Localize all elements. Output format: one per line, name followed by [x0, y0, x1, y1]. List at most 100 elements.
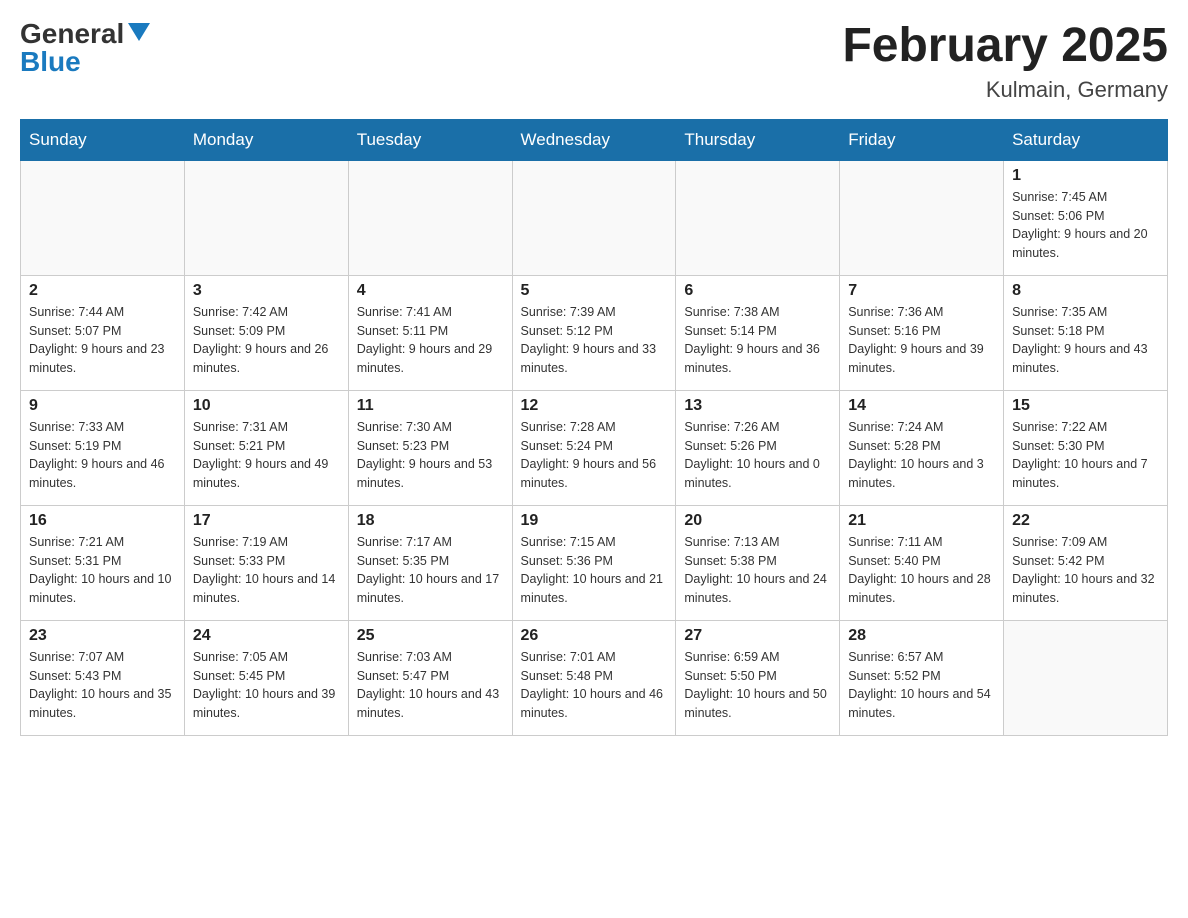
week-row-2: 9 Sunrise: 7:33 AMSunset: 5:19 PMDaylight…: [21, 390, 1168, 505]
table-cell: [21, 160, 185, 275]
day-info: Sunrise: 7:36 AMSunset: 5:16 PMDaylight:…: [848, 303, 995, 378]
table-cell: 22 Sunrise: 7:09 AMSunset: 5:42 PMDayligh…: [1004, 505, 1168, 620]
day-info: Sunrise: 6:57 AMSunset: 5:52 PMDaylight:…: [848, 648, 995, 723]
day-info: Sunrise: 7:28 AMSunset: 5:24 PMDaylight:…: [521, 418, 668, 493]
calendar-table: Sunday Monday Tuesday Wednesday Thursday…: [20, 119, 1168, 736]
day-number: 1: [1012, 167, 1159, 185]
day-info: Sunrise: 7:22 AMSunset: 5:30 PMDaylight:…: [1012, 418, 1159, 493]
day-info: Sunrise: 7:39 AMSunset: 5:12 PMDaylight:…: [521, 303, 668, 378]
weekday-header-row: Sunday Monday Tuesday Wednesday Thursday…: [21, 119, 1168, 160]
table-cell: 18Sunrise: 7:17 AMSunset: 5:35 PMDayligh…: [348, 505, 512, 620]
day-info: Sunrise: 7:11 AMSunset: 5:40 PMDaylight:…: [848, 533, 995, 608]
day-info: Sunrise: 7:19 AMSunset: 5:33 PMDaylight:…: [193, 533, 340, 608]
day-number: 13: [684, 397, 831, 415]
header-tuesday: Tuesday: [348, 119, 512, 160]
table-cell: 26 Sunrise: 7:01 AMSunset: 5:48 PMDayligh…: [512, 620, 676, 735]
day-number: 25: [357, 627, 504, 645]
day-number: 22: [1012, 512, 1159, 530]
table-cell: 2 Sunrise: 7:44 AMSunset: 5:07 PMDaylight…: [21, 275, 185, 390]
week-row-4: 23 Sunrise: 7:07 AMSunset: 5:43 PMDayligh…: [21, 620, 1168, 735]
header-wednesday: Wednesday: [512, 119, 676, 160]
day-number: 11: [357, 397, 504, 415]
day-number: 28: [848, 627, 995, 645]
table-cell: 5Sunrise: 7:39 AMSunset: 5:12 PMDaylight…: [512, 275, 676, 390]
day-number: 10: [193, 397, 340, 415]
day-info: Sunrise: 7:42 AMSunset: 5:09 PMDaylight:…: [193, 303, 340, 378]
table-cell: [348, 160, 512, 275]
table-cell: 15 Sunrise: 7:22 AMSunset: 5:30 PMDayligh…: [1004, 390, 1168, 505]
day-number: 14: [848, 397, 995, 415]
header-monday: Monday: [184, 119, 348, 160]
logo: General Blue: [20, 20, 150, 76]
day-info: Sunrise: 7:15 AMSunset: 5:36 PMDaylight:…: [521, 533, 668, 608]
table-cell: 3Sunrise: 7:42 AMSunset: 5:09 PMDaylight…: [184, 275, 348, 390]
table-cell: 25 Sunrise: 7:03 AMSunset: 5:47 PMDayligh…: [348, 620, 512, 735]
table-cell: 21 Sunrise: 7:11 AMSunset: 5:40 PMDayligh…: [840, 505, 1004, 620]
day-number: 12: [521, 397, 668, 415]
header-thursday: Thursday: [676, 119, 840, 160]
day-info: Sunrise: 7:31 AMSunset: 5:21 PMDaylight:…: [193, 418, 340, 493]
day-number: 20: [684, 512, 831, 530]
logo-general: General: [20, 20, 124, 48]
day-info: Sunrise: 7:09 AMSunset: 5:42 PMDaylight:…: [1012, 533, 1159, 608]
day-info: Sunrise: 6:59 AMSunset: 5:50 PMDaylight:…: [684, 648, 831, 723]
week-row-1: 2 Sunrise: 7:44 AMSunset: 5:07 PMDaylight…: [21, 275, 1168, 390]
day-number: 19: [521, 512, 668, 530]
header-friday: Friday: [840, 119, 1004, 160]
table-cell: 13 Sunrise: 7:26 AMSunset: 5:26 PMDayligh…: [676, 390, 840, 505]
day-info: Sunrise: 7:21 AMSunset: 5:31 PMDaylight:…: [29, 533, 176, 608]
table-cell: 4Sunrise: 7:41 AMSunset: 5:11 PMDaylight…: [348, 275, 512, 390]
table-cell: [676, 160, 840, 275]
logo-blue: Blue: [20, 48, 81, 76]
day-info: Sunrise: 7:07 AMSunset: 5:43 PMDaylight:…: [29, 648, 176, 723]
day-number: 24: [193, 627, 340, 645]
table-cell: 12 Sunrise: 7:28 AMSunset: 5:24 PMDayligh…: [512, 390, 676, 505]
table-cell: 10 Sunrise: 7:31 AMSunset: 5:21 PMDayligh…: [184, 390, 348, 505]
table-cell: 1 Sunrise: 7:45 AMSunset: 5:06 PMDaylight…: [1004, 160, 1168, 275]
table-cell: [1004, 620, 1168, 735]
day-number: 15: [1012, 397, 1159, 415]
day-info: Sunrise: 7:45 AMSunset: 5:06 PMDaylight:…: [1012, 188, 1159, 263]
day-number: 17: [193, 512, 340, 530]
day-info: Sunrise: 7:38 AMSunset: 5:14 PMDaylight:…: [684, 303, 831, 378]
header-sunday: Sunday: [21, 119, 185, 160]
day-info: Sunrise: 7:01 AMSunset: 5:48 PMDaylight:…: [521, 648, 668, 723]
table-cell: 8Sunrise: 7:35 AMSunset: 5:18 PMDaylight…: [1004, 275, 1168, 390]
day-number: 9: [29, 397, 176, 415]
table-cell: 24 Sunrise: 7:05 AMSunset: 5:45 PMDayligh…: [184, 620, 348, 735]
day-number: 27: [684, 627, 831, 645]
week-row-3: 16 Sunrise: 7:21 AMSunset: 5:31 PMDayligh…: [21, 505, 1168, 620]
day-info: Sunrise: 7:30 AMSunset: 5:23 PMDaylight:…: [357, 418, 504, 493]
day-info: Sunrise: 7:44 AMSunset: 5:07 PMDaylight:…: [29, 303, 176, 378]
table-cell: 27 Sunrise: 6:59 AMSunset: 5:50 PMDayligh…: [676, 620, 840, 735]
day-number: 26: [521, 627, 668, 645]
day-info: Sunrise: 7:35 AMSunset: 5:18 PMDaylight:…: [1012, 303, 1159, 378]
day-number: 23: [29, 627, 176, 645]
table-cell: 28 Sunrise: 6:57 AMSunset: 5:52 PMDayligh…: [840, 620, 1004, 735]
week-row-0: 1 Sunrise: 7:45 AMSunset: 5:06 PMDaylight…: [21, 160, 1168, 275]
day-info: Sunrise: 7:24 AMSunset: 5:28 PMDaylight:…: [848, 418, 995, 493]
table-cell: 9 Sunrise: 7:33 AMSunset: 5:19 PMDaylight…: [21, 390, 185, 505]
day-number: 6: [684, 282, 831, 300]
logo-arrow-icon: [128, 23, 150, 41]
header-saturday: Saturday: [1004, 119, 1168, 160]
location-title: Kulmain, Germany: [842, 77, 1168, 103]
table-cell: [840, 160, 1004, 275]
day-info: Sunrise: 7:05 AMSunset: 5:45 PMDaylight:…: [193, 648, 340, 723]
day-info: Sunrise: 7:17 AMSunset: 5:35 PMDaylight:…: [357, 533, 504, 608]
table-cell: 6 Sunrise: 7:38 AMSunset: 5:14 PMDaylight…: [676, 275, 840, 390]
table-cell: 17 Sunrise: 7:19 AMSunset: 5:33 PMDayligh…: [184, 505, 348, 620]
day-info: Sunrise: 7:26 AMSunset: 5:26 PMDaylight:…: [684, 418, 831, 493]
day-number: 16: [29, 512, 176, 530]
day-info: Sunrise: 7:33 AMSunset: 5:19 PMDaylight:…: [29, 418, 176, 493]
table-cell: 7Sunrise: 7:36 AMSunset: 5:16 PMDaylight…: [840, 275, 1004, 390]
day-info: Sunrise: 7:03 AMSunset: 5:47 PMDaylight:…: [357, 648, 504, 723]
day-number: 2: [29, 282, 176, 300]
table-cell: 20 Sunrise: 7:13 AMSunset: 5:38 PMDayligh…: [676, 505, 840, 620]
day-number: 21: [848, 512, 995, 530]
table-cell: [184, 160, 348, 275]
table-cell: 23 Sunrise: 7:07 AMSunset: 5:43 PMDayligh…: [21, 620, 185, 735]
table-cell: 11 Sunrise: 7:30 AMSunset: 5:23 PMDayligh…: [348, 390, 512, 505]
title-block: February 2025 Kulmain, Germany: [842, 20, 1168, 103]
day-info: Sunrise: 7:13 AMSunset: 5:38 PMDaylight:…: [684, 533, 831, 608]
